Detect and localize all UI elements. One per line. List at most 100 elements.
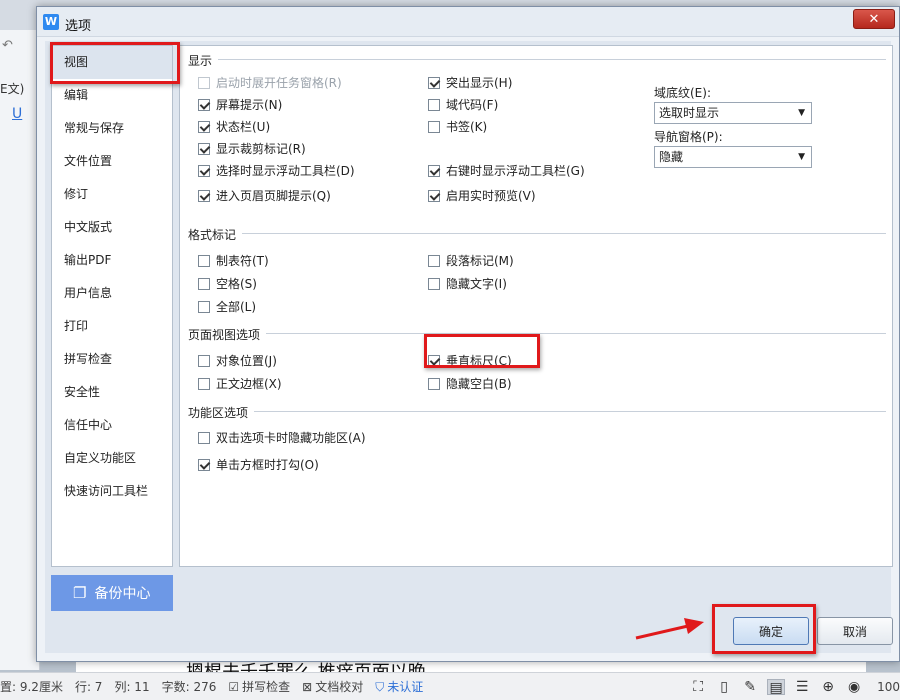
sidebar-item-3[interactable]: 常规与保存 [52, 112, 172, 145]
checkbox-checked-icon[interactable] [198, 164, 210, 177]
checkbox-unchecked-icon[interactable] [198, 354, 210, 367]
checkbox-checked-icon[interactable] [198, 120, 210, 133]
format-mark-option-4[interactable]: 隐藏文字(I) [428, 275, 507, 292]
sidebar-item-9[interactable]: 打印 [52, 310, 172, 343]
sidebar-item-11[interactable]: 安全性 [52, 376, 172, 409]
sidebar-item-1[interactable]: 视图 [52, 46, 172, 79]
sidebar-item-6[interactable]: 中文版式 [52, 211, 172, 244]
spell-check-icon: ☑ [228, 680, 240, 694]
page-view-icon[interactable]: ▤ [767, 678, 786, 696]
checkbox-unchecked-icon[interactable] [198, 254, 210, 267]
format-mark-option-5[interactable]: 全部(L) [198, 298, 256, 315]
field-shading-select[interactable]: 选取时显示 ▼ [654, 102, 812, 124]
checkbox-unchecked-icon[interactable] [428, 254, 440, 267]
word-count[interactable]: 字数: 276 [162, 678, 217, 695]
display-option-4[interactable]: 显示裁剪标记(R) [198, 140, 306, 157]
web-view-icon[interactable]: ⊕ [819, 679, 837, 695]
field-shading-value: 选取时显示 [659, 106, 720, 120]
display-option-b1[interactable]: 突出显示(H) [428, 74, 512, 91]
eye-protect-icon[interactable]: ◉ [845, 679, 863, 695]
checkbox-unchecked-icon[interactable] [198, 377, 210, 390]
checkbox-label: 状态栏(U) [216, 120, 271, 134]
spell-check-label: 拼写检查 [242, 680, 291, 694]
page-view-option-1[interactable]: 对象位置(J) [198, 352, 277, 369]
view-controls: ⛶ ▯ ✎ ▤ ☰ ⊕ ◉ 100 [681, 673, 900, 700]
checkbox-label: 段落标记(M) [446, 254, 514, 268]
nav-pane-value: 隐藏 [659, 150, 684, 164]
ribbon-option-2[interactable]: 单击方框时打勾(O) [198, 456, 319, 473]
checkbox-label: 书签(K) [446, 120, 488, 134]
auth-status[interactable]: ⛉ 未认证 [375, 678, 423, 695]
backup-icon: ❐ [73, 584, 87, 602]
sidebar-item-12[interactable]: 信任中心 [52, 409, 172, 442]
outline-view-icon[interactable]: ☰ [793, 679, 811, 695]
page-view-option-3[interactable]: 正文边框(X) [198, 375, 282, 392]
display-option-5[interactable]: 选择时显示浮动工具栏(D) [198, 162, 355, 179]
checkbox-label: 对象位置(J) [216, 354, 277, 368]
ribbon-option-1[interactable]: 双击选项卡时隐藏功能区(A) [198, 429, 366, 446]
auth-label: 未认证 [387, 680, 424, 694]
fullscreen-icon[interactable]: ⛶ [689, 679, 707, 695]
write-mode-icon[interactable]: ✎ [741, 679, 759, 695]
cancel-button[interactable]: 取消 [817, 617, 893, 645]
undo-icon[interactable]: ↶ [2, 38, 13, 53]
dialog-titlebar[interactable]: W 选项 ✕ [37, 7, 899, 37]
format-mark-option-2[interactable]: 段落标记(M) [428, 252, 514, 269]
section-format-marks-title: 格式标记 [188, 228, 237, 242]
doc-proof-button[interactable]: ⊠ 文档校对 [302, 678, 363, 695]
checkbox-unchecked-icon[interactable] [428, 377, 440, 390]
section-page-view: 页面视图选项 [188, 326, 886, 343]
display-option-b5[interactable]: 启用实时预览(V) [428, 187, 536, 204]
checkbox-unchecked-icon[interactable] [428, 98, 440, 111]
checkbox-checked-icon[interactable] [428, 76, 440, 89]
display-option-6[interactable]: 进入页眉页脚提示(Q) [198, 187, 331, 204]
checkbox-unchecked-icon[interactable] [428, 120, 440, 133]
close-button[interactable]: ✕ [853, 9, 895, 29]
checkbox-unchecked-icon[interactable] [198, 300, 210, 313]
page-view-option-2[interactable]: 垂直标尺(C) [428, 352, 512, 369]
column-number: 列: 11 [114, 680, 150, 694]
checkbox-unchecked-icon[interactable] [428, 277, 440, 290]
checkbox-unchecked-icon[interactable] [198, 431, 210, 444]
options-sidebar: 视图 编辑 常规与保存 文件位置 修订 中文版式 输出PDF 用户信息 打印 拼写检查 安全性 信任中… [51, 45, 173, 567]
display-option-b2[interactable]: 域代码(F) [428, 96, 498, 113]
checkbox-checked-icon[interactable] [428, 354, 440, 367]
display-option-2[interactable]: 屏幕提示(N) [198, 96, 282, 113]
page-view-option-4[interactable]: 隐藏空白(B) [428, 375, 512, 392]
doc-proof-icon: ⊠ [302, 680, 313, 694]
sidebar-item-14[interactable]: 快速访问工具栏 [52, 475, 172, 508]
nav-pane-select[interactable]: 隐藏 ▼ [654, 146, 812, 168]
sidebar-item-2[interactable]: 编辑 [52, 79, 172, 112]
checkbox-checked-icon[interactable] [198, 189, 210, 202]
sidebar-item-7[interactable]: 输出PDF [52, 244, 172, 277]
underline-icon[interactable]: U [12, 106, 22, 122]
checkbox-checked-icon[interactable] [428, 164, 440, 177]
wps-logo-icon: W [43, 14, 59, 30]
display-option-3[interactable]: 状态栏(U) [198, 118, 270, 135]
sidebar-item-8[interactable]: 用户信息 [52, 277, 172, 310]
options-dialog: W 选项 ✕ 视图 编辑 常规与保存 文件位置 修订 中文版式 输出PDF 用户信息 打印 拼写检… [36, 6, 900, 662]
dialog-body: 视图 编辑 常规与保存 文件位置 修订 中文版式 输出PDF 用户信息 打印 拼写检查 安全性 信任中… [45, 41, 893, 653]
app-left-panel: ↶ E文) U [0, 30, 40, 670]
spell-check-button[interactable]: ☑ 拼写检查 [228, 678, 290, 695]
zoom-level[interactable]: 100 [877, 680, 900, 694]
display-option-b3[interactable]: 书签(K) [428, 118, 487, 135]
format-mark-option-1[interactable]: 制表符(T) [198, 252, 269, 269]
doc-proof-label: 文档校对 [315, 680, 364, 694]
backup-center-button[interactable]: ❐ 备份中心 [51, 575, 173, 611]
display-option-b4[interactable]: 右键时显示浮动工具栏(G) [428, 162, 585, 179]
sidebar-item-4[interactable]: 文件位置 [52, 145, 172, 178]
read-mode-icon[interactable]: ▯ [715, 679, 733, 695]
sidebar-item-5[interactable]: 修订 [52, 178, 172, 211]
checkbox-checked-icon[interactable] [198, 98, 210, 111]
checkbox-checked-icon[interactable] [198, 458, 210, 471]
backup-label: 备份中心 [94, 586, 151, 602]
sidebar-item-13[interactable]: 自定义功能区 [52, 442, 172, 475]
ok-button[interactable]: 确定 [733, 617, 809, 645]
format-mark-option-3[interactable]: 空格(S) [198, 275, 257, 292]
sidebar-item-10[interactable]: 拼写检查 [52, 343, 172, 376]
checkbox-checked-icon[interactable] [198, 142, 210, 155]
checkbox-label: 屏幕提示(N) [216, 98, 283, 112]
checkbox-unchecked-icon[interactable] [198, 277, 210, 290]
checkbox-checked-icon[interactable] [428, 189, 440, 202]
